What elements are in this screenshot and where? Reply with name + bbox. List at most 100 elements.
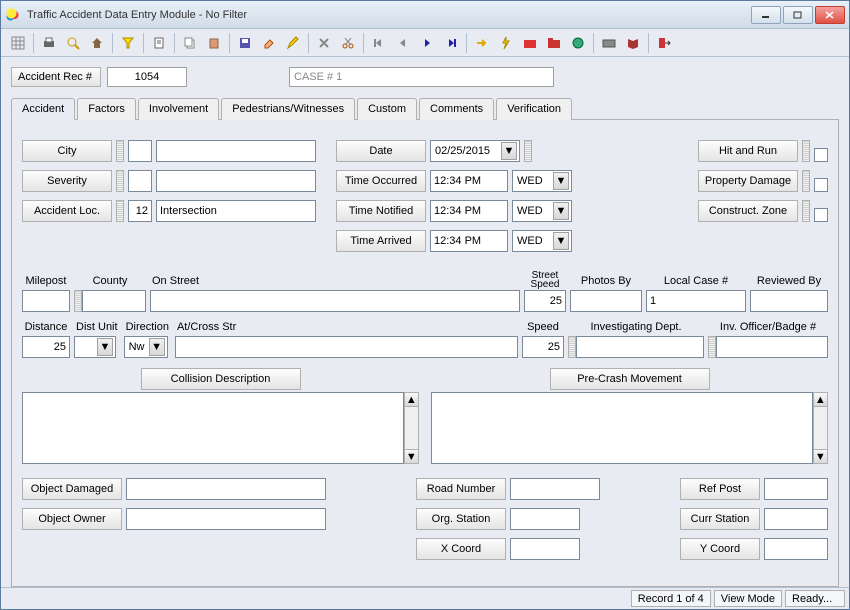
first-icon[interactable] <box>368 32 390 54</box>
street-speed-input[interactable]: 25 <box>524 290 566 312</box>
time-notified-input[interactable]: 12:34 PM <box>430 200 508 222</box>
time-occurred-input[interactable]: 12:34 PM <box>430 170 508 192</box>
tab-verification[interactable]: Verification <box>496 98 572 120</box>
object-damaged-input[interactable] <box>126 478 326 500</box>
grip-icon[interactable] <box>116 200 124 222</box>
funnel-icon[interactable] <box>117 32 139 54</box>
tab-accident[interactable]: Accident <box>11 98 75 120</box>
on-street-input[interactable] <box>150 290 520 312</box>
pencil-icon[interactable] <box>282 32 304 54</box>
time-arrived-input[interactable]: 12:34 PM <box>430 230 508 252</box>
time-notified-day[interactable]: WED▼ <box>512 200 572 222</box>
grid-icon[interactable] <box>7 32 29 54</box>
chevron-down-icon[interactable]: ▼ <box>501 142 517 160</box>
scrollbar[interactable]: ▲ ▼ <box>813 392 828 464</box>
scroll-down-icon[interactable]: ▼ <box>814 449 827 463</box>
grip-icon[interactable] <box>802 170 810 192</box>
inv-officer-input[interactable] <box>716 336 828 358</box>
bolt-icon[interactable] <box>495 32 517 54</box>
at-cross-input[interactable] <box>175 336 518 358</box>
exit-icon[interactable] <box>653 32 675 54</box>
chevron-down-icon[interactable]: ▼ <box>553 232 569 250</box>
local-case-input[interactable]: 1 <box>646 290 746 312</box>
book-icon[interactable] <box>622 32 644 54</box>
distance-input[interactable]: 25 <box>22 336 70 358</box>
tab-comments[interactable]: Comments <box>419 98 494 120</box>
grip-icon[interactable] <box>802 200 810 222</box>
direction-select[interactable]: Nw▼ <box>124 336 168 358</box>
dist-unit-select[interactable]: ▼ <box>74 336 116 358</box>
document-icon[interactable] <box>148 32 170 54</box>
copy-icon[interactable] <box>179 32 201 54</box>
object-owner-input[interactable] <box>126 508 326 530</box>
speed-input[interactable]: 25 <box>522 336 564 358</box>
chevron-down-icon[interactable]: ▼ <box>97 338 113 356</box>
x-coord-label: X Coord <box>416 538 506 560</box>
keyboard-icon[interactable] <box>598 32 620 54</box>
county-input[interactable] <box>82 290 146 312</box>
grip-icon[interactable] <box>116 140 124 162</box>
reviewed-by-input[interactable] <box>750 290 828 312</box>
tab-factors[interactable]: Factors <box>77 98 136 120</box>
ref-post-input[interactable] <box>764 478 828 500</box>
chevron-down-icon[interactable]: ▼ <box>553 172 569 190</box>
severity-input[interactable] <box>156 170 316 192</box>
x-coord-input[interactable] <box>510 538 580 560</box>
paste-icon[interactable] <box>203 32 225 54</box>
scroll-down-icon[interactable]: ▼ <box>405 449 418 463</box>
org-station-input[interactable] <box>510 508 580 530</box>
close-button[interactable] <box>815 6 845 24</box>
grip-icon[interactable] <box>524 140 532 162</box>
eraser-icon[interactable] <box>258 32 280 54</box>
next-icon[interactable] <box>416 32 438 54</box>
grip-icon[interactable] <box>116 170 124 192</box>
accident-loc-text[interactable]: Intersection <box>156 200 316 222</box>
y-coord-input[interactable] <box>764 538 828 560</box>
last-icon[interactable] <box>440 32 462 54</box>
scroll-up-icon[interactable]: ▲ <box>405 393 418 407</box>
cut-icon[interactable] <box>337 32 359 54</box>
city-code-input[interactable] <box>128 140 152 162</box>
precrash-text[interactable] <box>431 392 813 464</box>
street-speed-label: StreetSpeed <box>524 270 566 290</box>
severity-code-input[interactable] <box>128 170 152 192</box>
construct-zone-checkbox[interactable] <box>814 208 828 222</box>
prev-icon[interactable] <box>392 32 414 54</box>
curr-station-input[interactable] <box>764 508 828 530</box>
chevron-down-icon[interactable]: ▼ <box>553 202 569 220</box>
accident-loc-code[interactable]: 12 <box>128 200 152 222</box>
property-damage-checkbox[interactable] <box>814 178 828 192</box>
folder-icon[interactable] <box>543 32 565 54</box>
delete-icon[interactable] <box>313 32 335 54</box>
tab-pedestrians[interactable]: Pedestrians/Witnesses <box>221 98 355 120</box>
road-number-input[interactable] <box>510 478 600 500</box>
print-icon[interactable] <box>38 32 60 54</box>
grip-icon[interactable] <box>708 336 716 358</box>
search-icon[interactable] <box>62 32 84 54</box>
tab-custom[interactable]: Custom <box>357 98 417 120</box>
grip-icon[interactable] <box>568 336 576 358</box>
maximize-button[interactable] <box>783 6 813 24</box>
home-icon[interactable] <box>86 32 108 54</box>
globe-icon[interactable] <box>567 32 589 54</box>
scroll-up-icon[interactable]: ▲ <box>814 393 827 407</box>
minimize-button[interactable] <box>751 6 781 24</box>
city-input[interactable] <box>156 140 316 162</box>
accident-rec-value[interactable]: 1054 <box>107 67 187 87</box>
grip-icon[interactable] <box>802 140 810 162</box>
date-input[interactable]: 02/25/2015▼ <box>430 140 520 162</box>
hit-and-run-checkbox[interactable] <box>814 148 828 162</box>
save-icon[interactable] <box>234 32 256 54</box>
folder-red-icon[interactable] <box>519 32 541 54</box>
time-occurred-day[interactable]: WED▼ <box>512 170 572 192</box>
tab-involvement[interactable]: Involvement <box>138 98 219 120</box>
scrollbar[interactable]: ▲ ▼ <box>404 392 419 464</box>
photos-by-input[interactable] <box>570 290 642 312</box>
arrow-right-icon[interactable] <box>471 32 493 54</box>
grip-icon[interactable] <box>74 290 82 312</box>
milepost-input[interactable] <box>22 290 70 312</box>
chevron-down-icon[interactable]: ▼ <box>149 338 165 356</box>
time-arrived-day[interactable]: WED▼ <box>512 230 572 252</box>
inv-dept-input[interactable] <box>576 336 704 358</box>
collision-desc-text[interactable] <box>22 392 404 464</box>
